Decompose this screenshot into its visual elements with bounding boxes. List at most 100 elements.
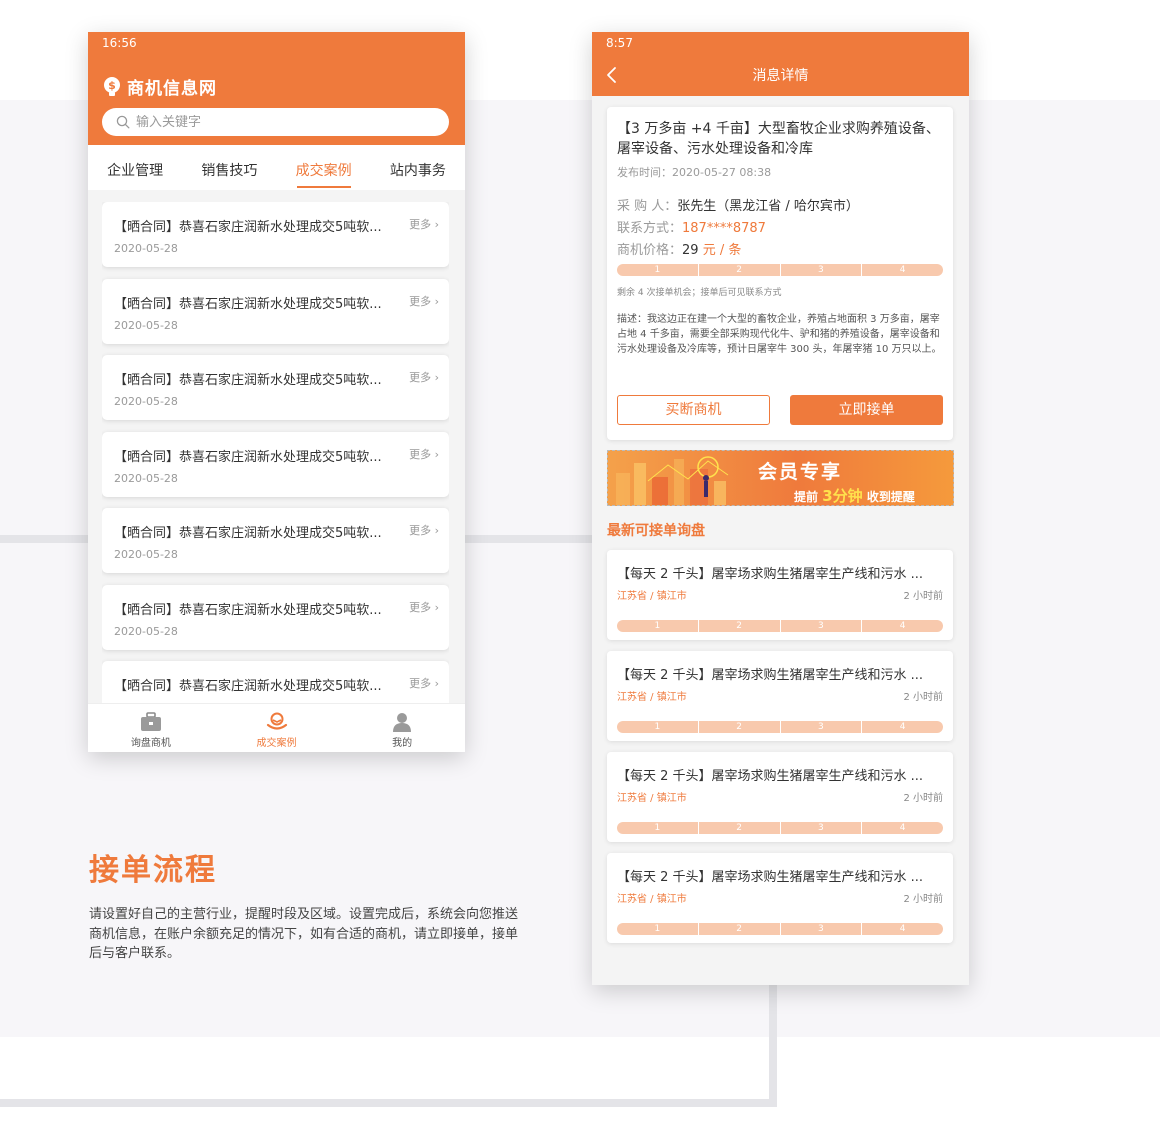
chevron-right-icon: › (434, 447, 439, 461)
case-card[interactable]: 【晒合同】恭喜石家庄润新水处理成交5吨软... 更多 › 2020-05-28 (102, 508, 449, 573)
inquiry-title: 【3 万多亩 +4 千亩】大型畜牧企业求购养殖设备、屠宰设备、污水处理设备和冷库 (617, 121, 940, 157)
nav-label: 成交案例 (256, 738, 297, 749)
inquiry-card[interactable]: 【每天 2 千头】屠宰场求购生猪屠宰生产线和污水 ... 江苏省 / 镇江市 2… (607, 853, 953, 943)
app-header: 16:56 $ 商机信息网 (88, 32, 465, 145)
case-title: 【晒合同】恭喜石家庄润新水处理成交5吨软... (114, 526, 382, 541)
order-slots-progress: 1 2 3 4 (617, 620, 943, 632)
case-date: 2020-05-28 (114, 624, 178, 638)
search-bar[interactable] (102, 108, 449, 136)
remaining-note: 剩余 4 次接单机会；接单后可见联系方式 (617, 288, 782, 298)
more-link[interactable]: 更多 › (409, 369, 439, 385)
nav-profile[interactable]: 我的 (339, 704, 465, 752)
category-tabs: 企业管理 销售技巧 成交案例 站内事务 (88, 145, 465, 190)
inquiry-time: 2 小时前 (903, 894, 943, 905)
case-card[interactable]: 【晒合同】恭喜石家庄润新水处理成交5吨软... 更多 › 2020-05-28 (102, 431, 449, 497)
flow-title: 接单流程 (89, 853, 217, 888)
price-row: 商机价格：29 元 / 条 (617, 239, 741, 258)
case-title: 【晒合同】恭喜石家庄润新水处理成交5吨软... (114, 220, 382, 235)
tab-sales-tips[interactable]: 销售技巧 (182, 145, 276, 190)
inquiry-card[interactable]: 【每天 2 千头】屠宰场求购生猪屠宰生产线和污水 ... 江苏省 / 镇江市 2… (607, 752, 953, 842)
more-link[interactable]: 更多 › (409, 216, 439, 232)
tab-enterprise-management[interactable]: 企业管理 (88, 145, 182, 190)
app-logo: $ 商机信息网 (102, 74, 217, 99)
progress-segment: 1 (617, 620, 699, 632)
progress-segment: 2 (699, 822, 781, 834)
contact-row: 联系方式：187****8787 (617, 217, 766, 236)
case-card[interactable]: 【晒合同】恭喜石家庄润新水处理成交5吨软... 更多 › 2020-05-28 (102, 661, 449, 703)
case-title: 【晒合同】恭喜石家庄润新水处理成交5吨软... (114, 602, 382, 618)
banner-sub-prefix: 提前 (794, 490, 819, 504)
tab-site-affairs[interactable]: 站内事务 (371, 145, 465, 190)
tab-deal-cases[interactable]: 成交案例 (277, 145, 371, 190)
case-card[interactable]: 【晒合同】恭喜石家庄润新水处理成交5吨软... 更多 › 2020-05-28 (102, 584, 449, 650)
case-date: 2020-05-28 (114, 242, 178, 255)
inquiry-time: 2 小时前 (903, 793, 943, 804)
buyer-value: 张先生（黑龙江省 / 哈尔宾市） (677, 199, 859, 214)
banner-subtitle: 提前 3分钟 收到提醒 (794, 485, 915, 505)
nav-inquiry[interactable]: 询盘商机 (88, 704, 214, 752)
chevron-right-icon: › (434, 677, 439, 690)
case-list: 【晒合同】恭喜石家庄润新水处理成交5吨软... 更多 › 2020-05-28 … (102, 202, 449, 703)
accept-order-button[interactable]: 立即接单 (790, 395, 943, 425)
case-title: 【晒合同】恭喜石家庄润新水处理成交5吨软... (114, 373, 382, 388)
svg-text:$: $ (108, 79, 116, 92)
more-label: 更多 (409, 600, 432, 614)
more-link[interactable]: 更多 › (409, 599, 439, 615)
phone-case-list-screen: 16:56 $ 商机信息网 企业管理 销售技巧 成交案例 站 (88, 32, 465, 752)
inquiry-card[interactable]: 【每天 2 千头】屠宰场求购生猪屠宰生产线和污水 ... 江苏省 / 镇江市 2… (607, 550, 953, 640)
more-link[interactable]: 更多 › (409, 293, 439, 309)
chevron-right-icon: › (434, 524, 439, 537)
case-card[interactable]: 【晒合同】恭喜石家庄润新水处理成交5吨软... 更多 › 2020-05-28 (102, 355, 449, 420)
chevron-right-icon: › (434, 294, 439, 308)
decor-line (0, 1099, 777, 1107)
case-title: 【晒合同】恭喜石家庄润新水处理成交5吨软... (114, 449, 382, 465)
more-link[interactable]: 更多 › (409, 522, 439, 538)
inquiry-card[interactable]: 【每天 2 千头】屠宰场求购生猪屠宰生产线和污水 ... 江苏省 / 镇江市 2… (607, 651, 953, 741)
member-banner[interactable]: 会员专享 提前 3分钟 收到提醒 (607, 450, 954, 506)
more-label: 更多 (409, 371, 432, 384)
progress-segment: 4 (899, 265, 906, 275)
case-date: 2020-05-28 (114, 395, 178, 408)
nav-label: 我的 (392, 738, 413, 749)
progress-segment: 1 (617, 923, 699, 935)
contact-value: 187****8787 (682, 221, 766, 236)
case-date: 2020-05-28 (114, 471, 178, 485)
inquiry-location: 江苏省 / 镇江市 (617, 793, 687, 804)
bottom-nav: 询盘商机 成交案例 我的 (88, 703, 465, 752)
progress-segment: 4 (899, 621, 906, 631)
more-label: 更多 (409, 447, 432, 461)
inquiry-title: 【每天 2 千头】屠宰场求购生猪屠宰生产线和污水 ... (617, 769, 924, 784)
flow-description: 请设置好自己的主营行业，提醒时段及区域。设置完成后，系统会向您推送商机信息，在账… (89, 907, 519, 961)
user-icon (393, 713, 412, 732)
handshake-icon (266, 712, 287, 730)
progress-segment: 4 (899, 924, 906, 934)
order-slots-progress: 1 2 3 4 (617, 264, 943, 276)
more-label: 更多 (409, 218, 432, 231)
page-canvas: 16:56 $ 商机信息网 企业管理 销售技巧 成交案例 站 (0, 0, 1160, 1143)
case-title: 【晒合同】恭喜石家庄润新水处理成交5吨软... (114, 679, 382, 694)
nav-deal-cases[interactable]: 成交案例 (214, 704, 340, 752)
case-date: 2020-05-28 (114, 548, 178, 561)
progress-segment: 1 (617, 721, 699, 733)
page-title: 消息详情 (752, 68, 809, 84)
price-value: 29 (682, 243, 699, 258)
case-card[interactable]: 【晒合同】恭喜石家庄润新水处理成交5吨软... 更多 › 2020-05-28 (102, 278, 449, 344)
more-label: 更多 (409, 524, 432, 537)
progress-segment: 4 (899, 722, 906, 732)
lightbulb-coin-icon: $ (104, 76, 120, 96)
order-slots-progress: 1 2 3 4 (617, 822, 943, 834)
progress-segment: 2 (699, 264, 781, 276)
more-link[interactable]: 更多 › (409, 675, 439, 691)
inquiry-time: 2 小时前 (903, 591, 943, 602)
chevron-right-icon: › (434, 218, 439, 231)
buyout-button[interactable]: 买断商机 (617, 395, 770, 425)
progress-segment: 4 (899, 823, 906, 833)
chevron-right-icon: › (434, 600, 439, 614)
progress-segment: 2 (699, 620, 781, 632)
more-link[interactable]: 更多 › (409, 446, 439, 462)
case-card[interactable]: 【晒合同】恭喜石家庄润新水处理成交5吨软... 更多 › 2020-05-28 (102, 202, 449, 267)
status-time: 8:57 (606, 36, 633, 50)
progress-segment: 3 (781, 923, 863, 935)
app-name: 商机信息网 (127, 79, 217, 99)
search-input[interactable] (136, 114, 426, 130)
